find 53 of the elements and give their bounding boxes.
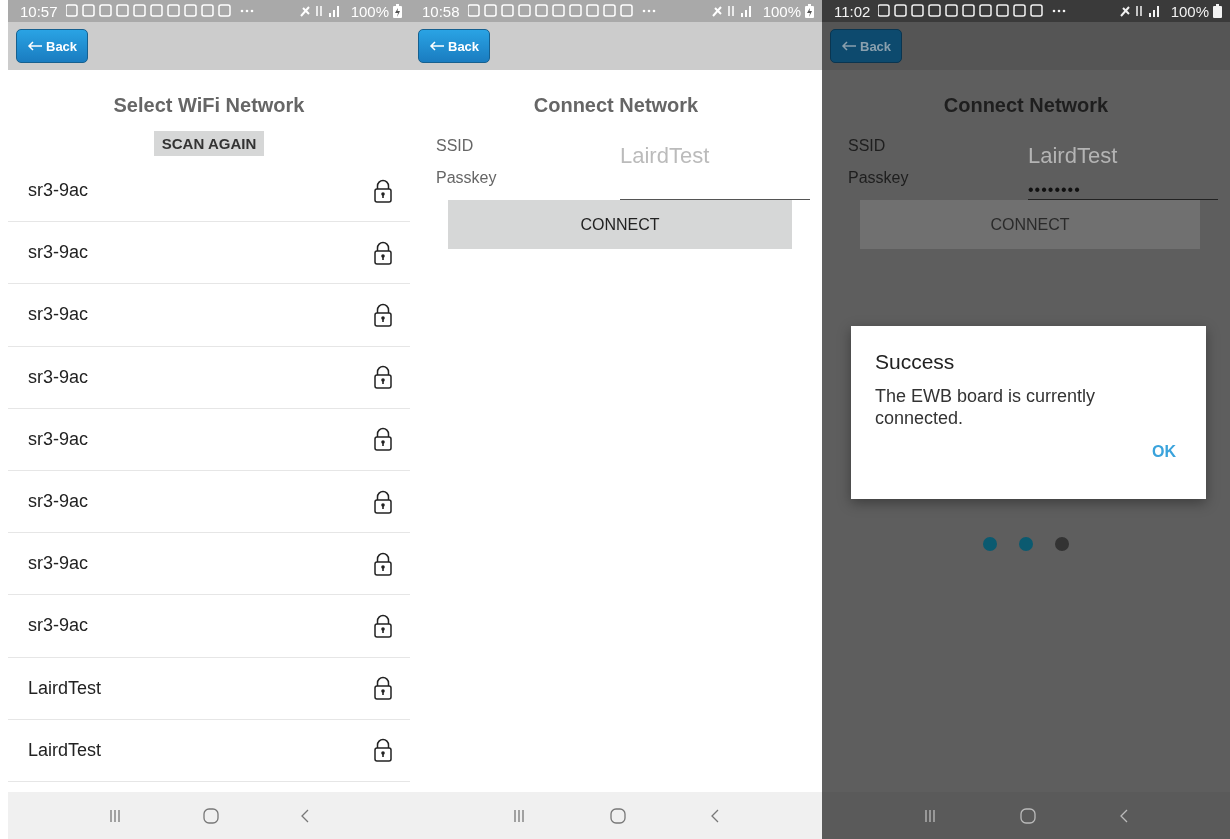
network-name: sr3-9ac [28,180,89,202]
battery-percent: 100% [1170,2,1209,20]
ssid-value: LairdTest [620,142,711,169]
back-icon[interactable] [299,807,310,824]
passkey-label: Passkey [848,169,910,188]
home-icon[interactable] [1020,807,1036,824]
recent-apps-icon[interactable] [108,808,123,823]
network-name: sr3-9ac [28,491,89,513]
home-icon[interactable] [203,807,219,824]
status-time: 10:57 [20,2,58,20]
network-name: sr3-9ac [28,428,89,450]
battery-percent: 100% [350,2,389,20]
arrow-left-icon [429,41,445,51]
arrow-left-icon [841,41,857,51]
dialog-message: The EWB board is currently connected. [875,386,1097,430]
network-name: sr3-9ac [28,242,89,264]
network-list-item[interactable]: sr3-9ac [8,595,410,658]
back-icon[interactable] [710,807,720,824]
screen-title: Connect Network [532,93,700,118]
recent-apps-icon[interactable] [923,808,938,823]
network-list-item[interactable]: sr3-9ac [8,470,410,534]
recent-apps-icon[interactable] [512,808,526,823]
network-list-item[interactable]: sr3-9ac [8,533,410,596]
status-time: 11:02 [834,2,871,20]
network-list-item[interactable]: sr3-9ac [8,160,410,223]
network-name: LairdTest [28,739,102,761]
network-name: sr3-9ac [28,366,89,388]
connect-button[interactable]: CONNECT [448,200,792,249]
arrow-left-icon [27,41,43,51]
screen-title: Select WiFi Network [112,93,306,118]
network-list-item[interactable]: sr3-9ac [8,222,410,285]
back-icon[interactable] [1118,807,1129,824]
scan-again-button[interactable]: SCAN AGAIN [153,131,265,156]
battery-percent: 100% [762,2,801,20]
ssid-value: LairdTest [1028,142,1119,169]
network-name: sr3-9ac [28,304,89,326]
network-list-item[interactable]: sr3-9ac [8,284,410,347]
back-button[interactable]: Back [16,29,89,63]
network-list-item[interactable]: sr3-9ac [8,408,410,471]
network-name: sr3-9ac [28,553,89,575]
network-name: sr3-9ac [28,615,89,637]
passkey-label: Passkey [436,169,498,188]
network-list-item[interactable]: sr3-9ac [8,346,410,409]
status-time: 10:58 [422,2,460,20]
network-name: LairdTest [28,677,102,699]
home-icon[interactable] [610,807,626,824]
screen-title: Connect Network [942,93,1110,118]
ssid-label: SSID [848,136,887,156]
dialog-title: Success [875,350,956,374]
ssid-label: SSID [436,136,475,156]
back-button[interactable]: Back [418,29,491,63]
network-list-item[interactable]: LairdTest [8,657,410,720]
network-list-item[interactable]: LairdTest [8,719,410,782]
